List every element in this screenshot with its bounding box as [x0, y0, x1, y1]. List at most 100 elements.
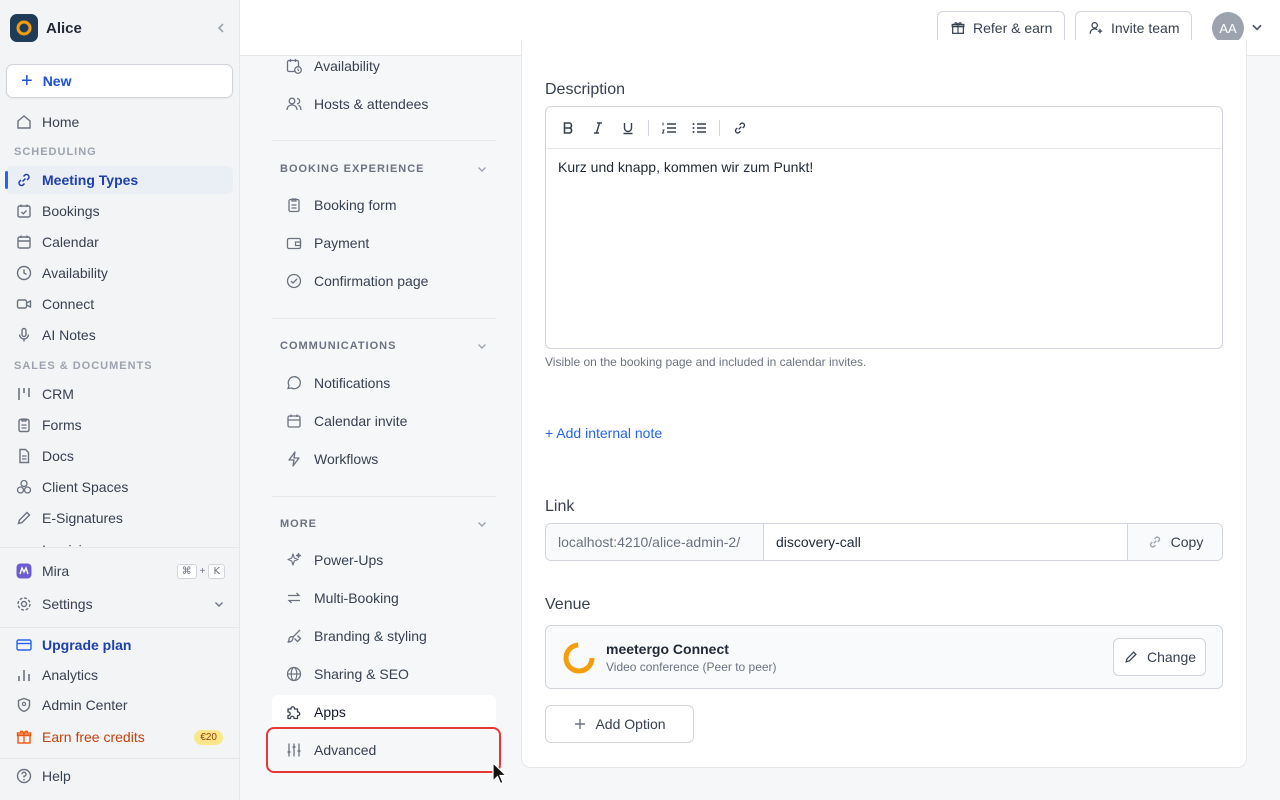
subnav-label: Branding & styling: [314, 628, 427, 644]
venue-label: Venue: [545, 596, 591, 613]
sidebar-item-crm[interactable]: CRM: [6, 380, 233, 408]
sidebar-item-forms[interactable]: Forms: [6, 411, 233, 439]
change-label: Change: [1146, 649, 1197, 665]
new-button[interactable]: + New: [6, 64, 233, 98]
sidebar-item-invoicing[interactable]: Invoicing: [6, 533, 233, 547]
subnav-item-notifications[interactable]: Notifications: [272, 366, 496, 400]
kbd-key: ⌘: [176, 563, 197, 579]
plus-icon: [573, 717, 587, 731]
link-field: localhost:4210/alice-admin-2/ discovery-…: [545, 523, 1223, 561]
sidebar-item-label: Admin Center: [42, 697, 128, 713]
sidebar-item-label: Bookings: [42, 203, 100, 219]
sidebar-item-docs[interactable]: Docs: [6, 442, 233, 470]
sidebar-item-upgrade[interactable]: Upgrade plan: [6, 631, 233, 659]
venue-name: meetergo Connect: [606, 641, 729, 657]
sidebar-item-label: Upgrade plan: [42, 637, 132, 653]
subnav-item-power-ups[interactable]: Power-Ups: [272, 543, 496, 577]
copy-label: Copy: [1170, 534, 1204, 550]
sidebar-item-admin-center[interactable]: Admin Center: [6, 691, 233, 719]
subnav-item-hosts-attendees[interactable]: Hosts & attendees: [272, 87, 496, 121]
sidebar-item-e-signatures[interactable]: E-Signatures: [6, 504, 233, 532]
chat-bubble-icon: [284, 373, 304, 393]
change-venue-button[interactable]: Change: [1113, 638, 1206, 676]
refer-label: Refer & earn: [973, 20, 1053, 36]
link-slug-input[interactable]: discovery-call: [764, 524, 1127, 560]
subnav-item-booking-form[interactable]: Booking form: [272, 188, 496, 222]
copy-button[interactable]: Copy: [1127, 524, 1222, 560]
gift-icon: [14, 727, 34, 747]
sidebar-item-label: Help: [42, 768, 71, 784]
chevron-down-icon[interactable]: [1250, 20, 1264, 34]
underline-icon[interactable]: [618, 118, 638, 138]
puzzle-icon: [284, 702, 304, 722]
booking-experience-header[interactable]: BOOKING EXPERIENCE: [280, 163, 488, 175]
help-icon: [14, 766, 34, 786]
sidebar-item-bookings[interactable]: Bookings: [6, 197, 233, 225]
workspace-switcher[interactable]: Alice: [10, 14, 228, 42]
more-header[interactable]: MORE: [280, 518, 488, 530]
bold-icon[interactable]: [558, 118, 578, 138]
subnav-item-multi-booking[interactable]: Multi-Booking: [272, 581, 496, 615]
subnav-item-branding[interactable]: Branding & styling: [272, 619, 496, 653]
users-icon: [284, 94, 304, 114]
sidebar-item-label: Client Spaces: [42, 479, 129, 495]
communications-header[interactable]: COMMUNICATIONS: [280, 340, 488, 352]
chevron-down-icon: [213, 598, 225, 610]
subnav-item-sharing-seo[interactable]: Sharing & SEO: [272, 657, 496, 691]
video-icon: [14, 294, 34, 314]
home-icon: [14, 112, 34, 132]
chevron-down-icon: [476, 163, 488, 175]
sidebar-item-client-spaces[interactable]: Client Spaces: [6, 473, 233, 501]
sidebar-item-analytics[interactable]: Analytics: [6, 661, 233, 689]
subnav-item-payment[interactable]: Payment: [272, 226, 496, 260]
subnav-label: Booking form: [314, 197, 397, 213]
sidebar-item-settings[interactable]: Settings: [6, 590, 233, 618]
crm-icon: [14, 384, 34, 404]
sidebar-item-earn-credits[interactable]: Earn free credits €20: [6, 723, 233, 751]
sidebar-item-connect[interactable]: Connect: [6, 290, 233, 318]
divider: [0, 627, 239, 628]
subnav-label: Hosts & attendees: [314, 96, 429, 112]
italic-icon[interactable]: [588, 118, 608, 138]
description-editor[interactable]: Kurz und knapp, kommen wir zum Punkt!: [545, 106, 1223, 349]
mouse-cursor-icon: [491, 762, 509, 786]
subnav-item-availability[interactable]: Availability: [272, 49, 496, 83]
ordered-list-icon[interactable]: [659, 118, 679, 138]
workspace-logo: [10, 14, 38, 42]
link-icon[interactable]: [730, 118, 750, 138]
venue-subtitle: Video conference (Peer to peer): [606, 660, 777, 674]
arrows-exchange-icon: [284, 588, 304, 608]
subnav-item-calendar-invite[interactable]: Calendar invite: [272, 404, 496, 438]
sidebar-item-mira[interactable]: Mira ⌘ + K: [6, 557, 233, 585]
new-label: New: [42, 73, 72, 89]
clock-icon: [14, 263, 34, 283]
subnav-label: Sharing & SEO: [314, 666, 409, 682]
sidebar-item-label: Settings: [42, 596, 93, 612]
microphone-icon: [14, 325, 34, 345]
sidebar-item-label: Earn free credits: [42, 729, 145, 745]
cubes-icon: [14, 477, 34, 497]
sidebar-item-meeting-types[interactable]: Meeting Types: [5, 166, 233, 194]
gear-icon: [14, 594, 34, 614]
sidebar-item-label: CRM: [42, 386, 74, 402]
subnav-item-apps[interactable]: Apps: [272, 695, 496, 729]
sidebar-item-home[interactable]: Home: [6, 108, 233, 136]
sidebar-item-label: Forms: [42, 417, 82, 433]
add-option-button[interactable]: Add Option: [545, 705, 694, 743]
add-internal-note-link[interactable]: + Add internal note: [545, 425, 662, 441]
sidebar-item-help[interactable]: Help: [6, 762, 233, 790]
paint-brush-icon: [284, 626, 304, 646]
section-title: BOOKING EXPERIENCE: [280, 163, 425, 175]
sidebar-item-calendar[interactable]: Calendar: [6, 228, 233, 256]
sidebar-item-ai-notes[interactable]: AI Notes: [6, 321, 233, 349]
collapse-sidebar-icon[interactable]: [214, 21, 228, 35]
subnav-item-workflows[interactable]: Workflows: [272, 442, 496, 476]
sidebar-item-availability[interactable]: Availability: [6, 259, 233, 287]
bullet-list-icon[interactable]: [689, 118, 709, 138]
invoice-icon: [14, 533, 34, 547]
user-plus-icon: [1088, 20, 1104, 36]
description-text[interactable]: Kurz und knapp, kommen wir zum Punkt!: [546, 149, 1222, 185]
kbd-key: K: [208, 563, 225, 579]
subnav-item-confirmation-page[interactable]: Confirmation page: [272, 264, 496, 298]
section-title: COMMUNICATIONS: [280, 340, 397, 352]
